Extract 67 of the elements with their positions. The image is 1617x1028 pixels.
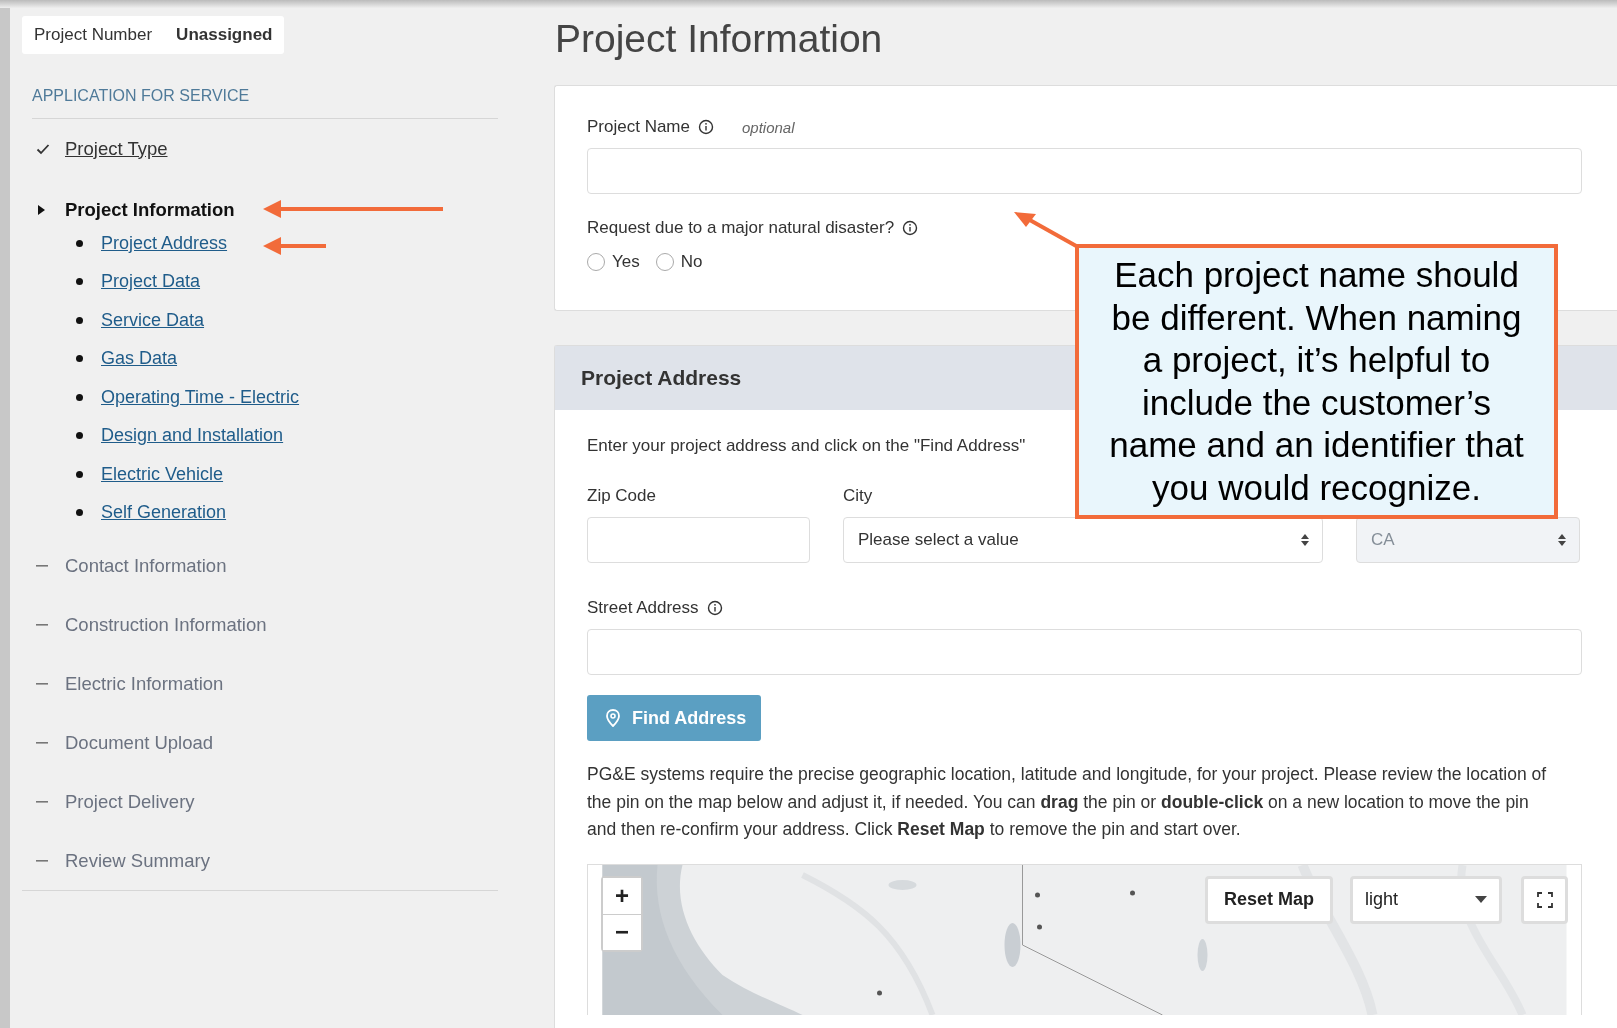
nav-item[interactable]: Contact Information <box>65 554 227 577</box>
nav-link[interactable]: Electric Vehicle <box>101 463 224 485</box>
radio-label[interactable]: No <box>680 252 703 272</box>
info-icon <box>698 119 714 135</box>
bullet-icon <box>76 239 83 247</box>
nav-link[interactable]: Gas Data <box>101 348 178 370</box>
dash-icon <box>36 682 48 685</box>
bullet-icon <box>76 432 83 440</box>
map-style-select[interactable]: light <box>1350 875 1502 924</box>
info-icon <box>902 220 919 236</box>
nav-item[interactable]: Review Summary <box>65 849 210 872</box>
bullet-icon <box>76 470 83 478</box>
location-pin-icon <box>605 709 621 727</box>
optional-hint: optional <box>742 118 795 136</box>
select-field[interactable]: Please select a value <box>843 517 1323 563</box>
instructions-text: Enter your project address and click on the "Find Address" <box>587 436 1026 456</box>
radio-button[interactable] <box>655 253 674 271</box>
expand-icon <box>1536 891 1553 908</box>
radio-button[interactable] <box>587 253 605 271</box>
bullet-icon <box>76 355 83 363</box>
nav-item[interactable]: Construction Information <box>65 613 267 636</box>
callout-note: Each project name should be different. When naming a project, it’s helpful to include the customer’s name and an identifier that you would recognize. <box>1075 244 1558 519</box>
nav-link[interactable]: Project Data <box>101 271 201 293</box>
field-label: Zip Code <box>587 486 656 506</box>
sort-arrows-icon <box>1300 533 1310 547</box>
page-title: Project Information <box>554 16 884 62</box>
caret-icon <box>1475 896 1487 903</box>
dash-icon <box>36 859 48 862</box>
bullet-icon <box>76 509 83 517</box>
check-icon <box>36 142 50 155</box>
field-label: Project Name <box>587 117 690 137</box>
nav-item[interactable]: Document Upload <box>65 731 214 754</box>
nav-link[interactable]: Service Data <box>101 309 205 331</box>
nav-item-current[interactable]: Project Information <box>65 199 235 221</box>
zoom-out-button[interactable]: − <box>603 913 641 950</box>
dash-icon <box>36 564 48 567</box>
input-field[interactable] <box>587 148 1582 194</box>
nav-item[interactable]: Electric Information <box>65 672 224 695</box>
section-heading: APPLICATION FOR SERVICE <box>32 87 498 119</box>
nav-link[interactable]: Project Type <box>65 137 168 160</box>
sort-arrows-icon <box>1557 533 1567 547</box>
triangle-icon <box>36 204 46 216</box>
bullet-icon <box>76 278 83 286</box>
input-field[interactable] <box>587 517 810 563</box>
dash-icon <box>36 623 48 626</box>
nav-item[interactable]: Project Delivery <box>65 790 195 813</box>
bullet-icon <box>76 393 83 401</box>
nav-link[interactable]: Self Generation <box>101 502 227 524</box>
arrow <box>263 237 326 255</box>
nav-link[interactable]: Operating Time - Electric <box>101 386 300 408</box>
project-number-value: Unassigned <box>176 25 273 45</box>
project-number-label: Project Number <box>34 25 153 45</box>
nav-link[interactable]: Project Address <box>101 232 228 254</box>
field-label: Street Address <box>587 598 699 618</box>
field-label: City <box>843 486 873 506</box>
radio-label[interactable]: Yes <box>612 252 640 272</box>
question-label: Request due to a major natural disaster? <box>587 218 895 238</box>
map-instructions: PG&E systems require the precise geographic location, latitude and longitude, for your project. Please review the location of the pin on the map below and adjust it, if needed. You can drag the pin or double-click on a new location to move the pin and then re-confirm your address. Click Reset Map to remove the pin and start over. <box>587 763 1547 841</box>
info-icon <box>706 600 723 616</box>
dash-icon <box>36 800 48 803</box>
dash-icon <box>36 741 48 744</box>
nav-link[interactable]: Design and Installation <box>101 425 284 447</box>
arrow <box>1014 212 1080 250</box>
fullscreen-button[interactable] <box>1521 875 1568 924</box>
input-field[interactable] <box>587 629 1582 675</box>
reset-map-button[interactable]: Reset Map <box>1205 875 1334 924</box>
bullet-icon <box>76 316 83 324</box>
